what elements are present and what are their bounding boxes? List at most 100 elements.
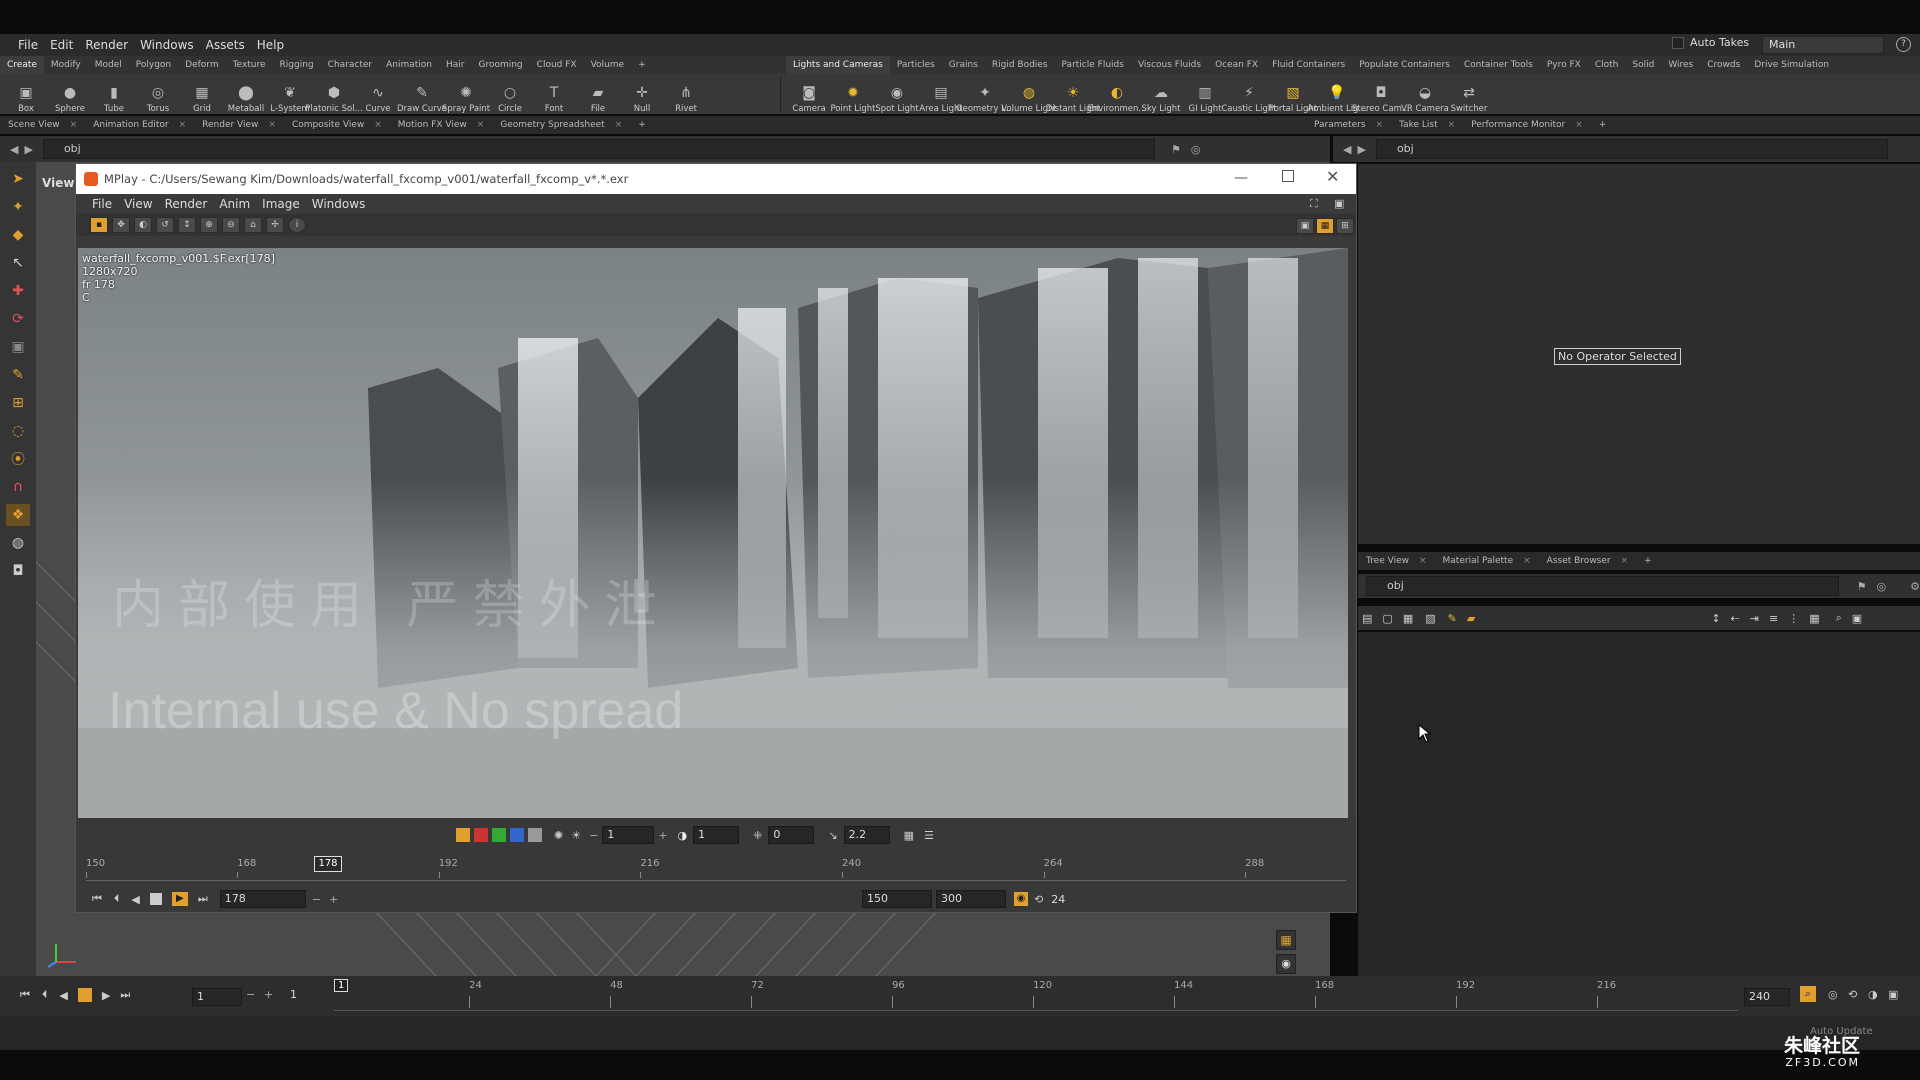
tree-list-icon[interactable]: ▤ (1362, 612, 1372, 625)
timeline-frame-minus[interactable]: − (246, 988, 255, 1001)
close-tab-icon[interactable]: × (70, 120, 78, 130)
loop-icon[interactable]: ⟲ (1848, 988, 1857, 1001)
maximize-button[interactable] (1282, 170, 1294, 182)
tool-sky-light[interactable]: ☁ Sky Light (1139, 74, 1183, 114)
play-icon[interactable]: ▶ (102, 989, 110, 1002)
tool-draw-curve[interactable]: ✎ Draw Curve (397, 74, 447, 114)
pane-tab-render-view[interactable]: Render View × (194, 116, 284, 134)
shelf-tab-particles[interactable]: Particles (890, 56, 942, 74)
add-pane-tab-button[interactable]: + (1636, 552, 1660, 570)
mplay-frame-ruler[interactable]: 178 150 168 192 216 240 264 288 (86, 856, 1346, 881)
tree-save-icon[interactable]: ▣ (1852, 612, 1862, 625)
tool-font[interactable]: T Font (532, 74, 576, 114)
close-tab-icon[interactable]: × (615, 120, 623, 130)
realtime-toggle-icon[interactable]: ◉ (1014, 892, 1028, 906)
tool-metaball[interactable]: ⬤ Metaball (224, 74, 268, 114)
forward-arrow-icon[interactable]: ▶ (24, 143, 32, 156)
field-a-minus[interactable]: − (589, 829, 598, 842)
tool-box[interactable]: ▣ Box (4, 74, 48, 114)
timeline-frame-plus[interactable]: + (264, 988, 273, 1001)
close-tab-icon[interactable]: × (1448, 120, 1456, 130)
shelf-tab-create[interactable]: Create (0, 56, 44, 74)
field-a-plus[interactable]: + (658, 829, 667, 842)
menu-help[interactable]: Help (251, 38, 290, 52)
desktop-selector[interactable]: Main (1762, 36, 1884, 54)
field-b[interactable]: 1 (693, 826, 740, 844)
tool-file[interactable]: ▰ File (576, 74, 620, 114)
tool-rivet[interactable]: ⋔ Rivet (664, 74, 708, 114)
tool-sphere[interactable]: ● Sphere (48, 74, 92, 114)
path-field[interactable]: obj (42, 139, 1155, 159)
params-back-arrow-icon[interactable]: ◀ (1343, 143, 1351, 156)
mplay-resize-icon[interactable]: ↕ (178, 217, 196, 233)
mp-jump-start-icon[interactable]: ⏮ (92, 892, 102, 906)
tool-platonic-sol[interactable]: ⬢ Platonic Sol... (305, 74, 362, 114)
viewport-view-label[interactable]: View (42, 176, 74, 190)
tool-switcher[interactable]: ⇄ Switcher (1447, 74, 1491, 114)
shelf-tab-particle-fluids[interactable]: Particle Fluids (1055, 56, 1131, 74)
menu-render[interactable]: Render (79, 38, 134, 52)
shelf-tab-rigging[interactable]: Rigging (273, 56, 321, 74)
tool-tube[interactable]: ▮ Tube (92, 74, 136, 114)
channel-green-icon[interactable] (492, 828, 506, 842)
tree-filter-icon[interactable]: ≡ (1769, 612, 1778, 625)
snap-tool-icon[interactable]: ⊞ (6, 392, 30, 414)
shelf-tab-texture[interactable]: Texture (226, 56, 273, 74)
viewport-camera-button[interactable]: ◉ (1276, 954, 1296, 974)
shelf-tab-grooming[interactable]: Grooming (471, 56, 529, 74)
tree-expand-icon[interactable]: ⇥ (1750, 612, 1759, 625)
keys-icon[interactable]: ▣ (1888, 988, 1898, 1001)
tree-search-icon[interactable]: ⌕ (1836, 611, 1842, 625)
mplay-float-icon[interactable]: ▣ (1334, 197, 1344, 210)
tree-grid-icon[interactable]: ▦ (1403, 612, 1413, 625)
mplay-zoom-in-icon[interactable]: ⊕ (200, 217, 218, 233)
tool-grid[interactable]: ▦ Grid (180, 74, 224, 114)
pane-tab-composite-view[interactable]: Composite View × (284, 116, 390, 134)
mp-play-reverse-icon[interactable]: ◀ (131, 893, 139, 906)
viewport-layout-button[interactable]: ▦ (1276, 930, 1296, 950)
tool-point-light[interactable]: ✹ Point Light (830, 74, 875, 114)
tree-image-icon[interactable]: ▧ (1425, 612, 1435, 625)
mplay-layout-2-icon[interactable]: ▦ (1316, 218, 1334, 234)
shelf-tab-polygon[interactable]: Polygon (129, 56, 178, 74)
close-tab-icon[interactable]: × (1621, 556, 1629, 566)
timeline-current-frame-marker[interactable]: 1 (334, 979, 349, 992)
gamma-field[interactable]: 2.2 (843, 826, 890, 844)
pane-tab-performance-monitor[interactable]: Performance Monitor × (1463, 116, 1591, 134)
timeline-step-value[interactable]: 1 (290, 988, 297, 1001)
tool-camera[interactable]: ◙ Camera (787, 74, 831, 114)
close-tab-icon[interactable]: × (1376, 120, 1384, 130)
mplay-fit-icon[interactable]: ✢ (266, 217, 284, 233)
timeline-search-icon[interactable]: ⌕ (1800, 986, 1816, 1002)
mp-play-icon[interactable]: ▶ (171, 892, 188, 906)
mplay-undo-icon[interactable]: ↺ (156, 217, 174, 233)
shelf-tab-ocean-fx[interactable]: Ocean FX (1208, 56, 1265, 74)
pose-tool-icon[interactable]: ↖ (6, 252, 30, 274)
mp-step-back-icon[interactable]: ⏴ (114, 892, 120, 906)
tool-vr-camera[interactable]: ◒ VR Camera (1401, 74, 1449, 114)
tree-layout-icon[interactable]: ▦ (1809, 612, 1819, 625)
menu-file[interactable]: File (12, 38, 44, 52)
add-pane-tab-button[interactable]: + (630, 116, 654, 134)
mplay-select-icon[interactable]: ▪ (90, 217, 108, 233)
shelf-tab-hair[interactable]: Hair (439, 56, 471, 74)
close-tab-icon[interactable]: × (179, 120, 187, 130)
timeline-end-field[interactable]: 240 (1744, 988, 1790, 1006)
shelf-tab-solid[interactable]: Solid (1625, 56, 1661, 74)
tree-tab-tree-view[interactable]: Tree View × (1358, 552, 1435, 570)
current-frame-marker[interactable]: 178 (314, 856, 342, 872)
mplay-layout-3-icon[interactable]: ⊞ (1336, 218, 1354, 234)
auto-takes-checkbox[interactable] (1672, 36, 1684, 49)
mplay-info-icon[interactable]: i (288, 217, 306, 233)
mplay-menu-windows[interactable]: Windows (306, 197, 372, 211)
add-shelf-tab-button[interactable]: + (631, 56, 653, 74)
range-start-field[interactable]: 150 (862, 890, 932, 908)
rotate-tool-icon[interactable]: ⟳ (6, 308, 30, 330)
tool-spray-paint[interactable]: ✺ Spray Paint (442, 74, 490, 114)
mplay-menu-file[interactable]: File (86, 197, 118, 211)
pin-icon[interactable]: ⚑ (1171, 143, 1181, 156)
translate-tool-icon[interactable]: ✚ (6, 280, 30, 302)
adjust-icon[interactable]: ☰ (924, 829, 934, 842)
add-pane-tab-button[interactable]: + (1591, 116, 1615, 134)
pane-tab-geometry-spreadsheet[interactable]: Geometry Spreadsheet × (492, 116, 630, 134)
